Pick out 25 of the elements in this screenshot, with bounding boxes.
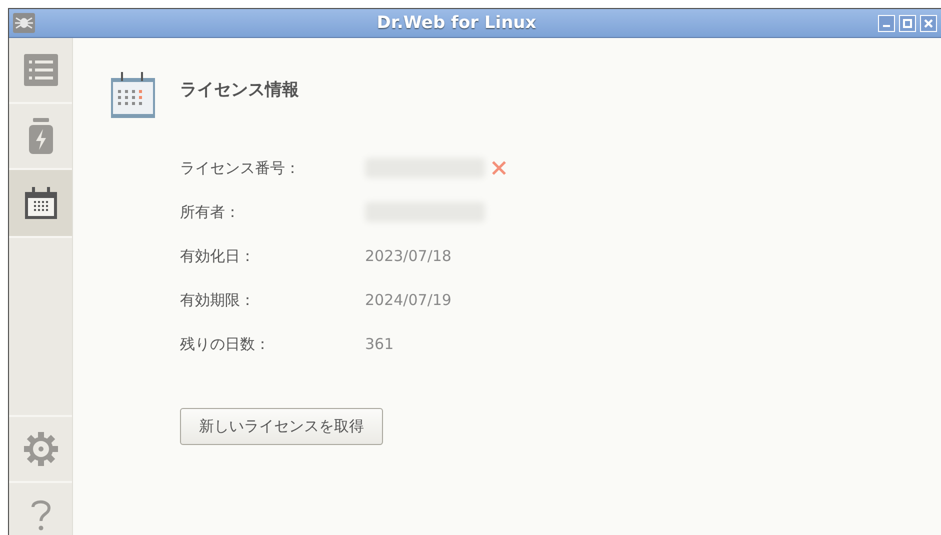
field-label: ライセンス番号： bbox=[180, 158, 301, 178]
field-value: 2024/07/19 bbox=[365, 291, 452, 309]
field-label: 有効期限： bbox=[180, 290, 256, 310]
calendar-icon bbox=[110, 72, 156, 118]
minimize-icon bbox=[883, 25, 890, 27]
close-button[interactable] bbox=[920, 14, 937, 32]
field-label: 有効化日： bbox=[180, 246, 256, 266]
field-value: 2023/07/18 bbox=[365, 247, 452, 265]
spider-icon[interactable] bbox=[13, 13, 35, 33]
get-license-button[interactable]: 新しいライセンスを取得 bbox=[180, 408, 383, 445]
field-label: 所有者： bbox=[180, 202, 241, 222]
settings-icon bbox=[22, 431, 58, 467]
maximize-icon bbox=[902, 18, 913, 28]
minimize-button[interactable] bbox=[878, 14, 895, 32]
window-title: Dr.Web for Linux bbox=[376, 13, 538, 33]
section-heading: ライセンス情報 bbox=[180, 78, 299, 100]
calendar-icon bbox=[24, 186, 58, 220]
close-icon bbox=[923, 18, 934, 28]
list-icon bbox=[24, 54, 58, 86]
field-value: 361 bbox=[365, 335, 394, 353]
maximize-button[interactable] bbox=[899, 14, 916, 32]
sidebar-item[interactable] bbox=[9, 170, 72, 238]
field-label: 残りの日数： bbox=[180, 334, 271, 354]
battery-icon bbox=[26, 118, 54, 154]
help-icon bbox=[30, 498, 52, 532]
